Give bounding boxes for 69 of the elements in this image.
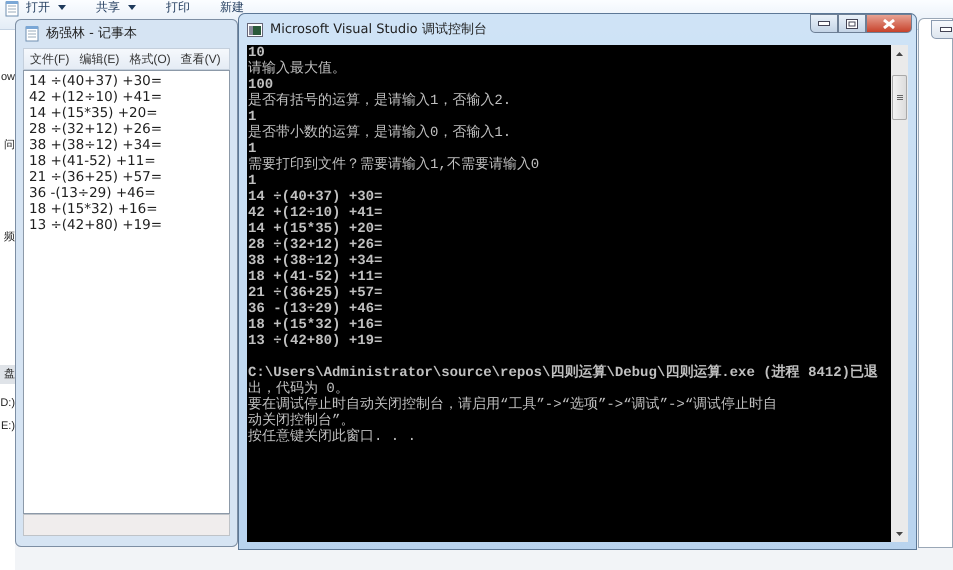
console-line: 42 +(12÷10) +41= [248,205,382,221]
maximize-icon [846,18,858,28]
menu-item[interactable]: 格式(O) [123,50,171,68]
window-title: 杨强林 - 记事本 [46,25,137,44]
console-line: 1 [248,109,256,125]
sidebar-item[interactable]: 频 [0,228,15,246]
text-line: 13 ÷(42+80) +19= [29,217,162,233]
console-line: 按任意键关闭此窗口. . . [248,429,416,445]
text-line: 38 +(38÷12) +34= [29,137,162,153]
console-line: 1 [248,173,256,189]
console-line: 动关闭控制台”。 [248,413,354,429]
console-line: 出，代码为 0。 [248,381,349,397]
up-arrow-icon [896,52,903,56]
console-line: 38 +(38÷12) +34= [248,253,382,269]
console-line: 13 ÷(42+80) +19= [248,333,382,349]
console-line: 21 ÷(36+25) +57= [248,285,382,301]
sidebar-item[interactable]: 问 [0,136,15,154]
console-line: 要在调试停止时自动关闭控制台，请启用“工具”->“选项”->“调试”->“调试停止时自 [248,397,778,413]
toolbar-button[interactable]: 打印 [164,1,192,13]
console-line: 1 [248,141,256,157]
console-line: 14 +(15*35) +20= [248,221,382,237]
notepad-icon [24,26,40,42]
text-line: 14 ÷(40+37) +30= [29,73,162,89]
minimize-icon [818,21,830,26]
caret-icon [128,4,136,10]
console-line: C:\Users\Administrator\source\repos\四则运算\Debug\四则运算.exe (进程 8412)已退 [248,365,878,381]
caret-icon [58,4,66,10]
console-line: 10 [248,45,265,61]
down-arrow-icon [896,532,903,536]
console-line: 需要打印到文件？需要请输入1,不需要请输入0 [248,157,540,173]
text-line: 42 +(12÷10) +41= [29,89,162,105]
console-line: 100 [248,77,274,93]
console-line: 28 ÷(32+12) +26= [248,237,382,253]
minimize-button[interactable] [931,20,953,39]
window-title: Microsoft Visual Studio 调试控制台 [270,20,487,39]
menu-item[interactable]: 文件(F) [24,50,70,68]
toolbar-button[interactable]: 共享 [94,1,138,13]
text-line: 21 ÷(36+25) +57= [29,169,162,185]
text-line: 18 +(15*32) +16= [29,201,158,217]
sidebar-item[interactable]: E:) [0,417,15,436]
scrollbar[interactable] [891,45,908,542]
scrollbar-thumb[interactable] [892,75,907,120]
menu-item[interactable]: 编辑(E) [73,50,120,68]
text-line: 28 ÷(32+12) +26= [29,121,162,137]
console-line: 是否有括号的运算，是请输入1，否输入2. [248,93,512,109]
console-line: 14 ÷(40+37) +30= [248,189,382,205]
minimize-icon [940,27,952,32]
notepad-icon [4,1,20,17]
console-line: 36 -(13÷29) +46= [248,301,382,317]
text-line: 14 +(15*35) +20= [29,105,158,121]
text-line: 36 -(13÷29) +46= [29,185,156,201]
console-line: 是否带小数的运算，是请输入0，否输入1. [248,125,512,141]
console-line: 18 +(41-52) +11= [248,269,382,285]
toolbar-button[interactable]: 打开 [24,1,68,13]
close-button[interactable] [866,14,912,33]
sidebar-item[interactable]: D:) [0,394,15,412]
sidebar-item[interactable]: 盘 [0,365,15,384]
console-line: 18 +(15*32) +16= [248,317,382,333]
menu-item[interactable]: 查看(V) [174,50,221,68]
text-line: 18 +(41-52) +11= [29,153,156,169]
minimize-button[interactable] [810,14,838,33]
grip-icon [896,95,902,100]
text-area[interactable]: 14 ÷(40+37) +30= 42 +(12÷10) +41= 14 +(15*35) +20= 28 ÷(32+12) +26= 38 +(38÷12) +34= 18 +(41-52) +11= 21 ÷(36+25) +57= 36 -(13÷29) +46= 18 +(15*32) +16= 13 ÷(42+80) +19= [23,70,230,514]
sidebar-item[interactable]: ow [0,68,15,86]
close-icon [883,18,895,28]
console-icon [247,22,263,36]
maximize-button[interactable] [838,14,866,33]
console-line: 请输入最大值。 [248,61,346,77]
toolbar-button[interactable]: 新建 [218,1,246,13]
